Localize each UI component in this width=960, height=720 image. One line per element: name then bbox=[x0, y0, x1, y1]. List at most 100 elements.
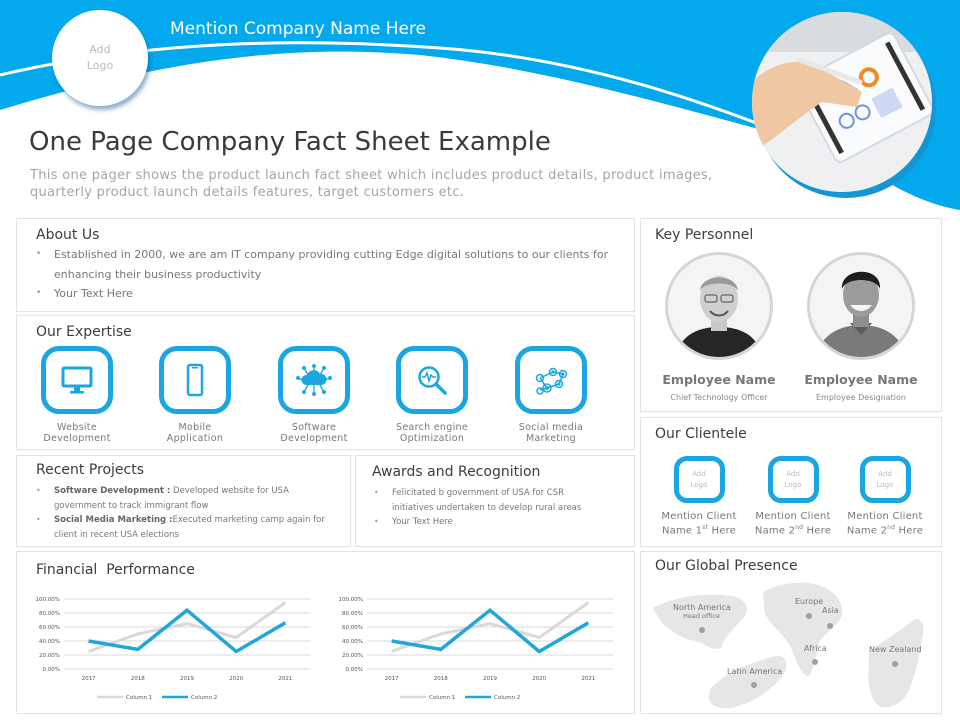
our-expertise-title: Our Expertise bbox=[36, 324, 132, 340]
x-tick-label: 2017 bbox=[385, 676, 399, 682]
awards-list: Felicitated b government of USA for CSR … bbox=[374, 486, 604, 530]
award-item: Your Text Here bbox=[374, 515, 604, 530]
client-item[interactable]: Add Logo Mention Client Name 1st Here bbox=[654, 456, 744, 536]
location-dot-north-america bbox=[699, 627, 705, 633]
legend-label: Column 1 bbox=[126, 695, 152, 701]
x-tick-label: 2019 bbox=[483, 676, 497, 682]
x-tick-label: 2020 bbox=[532, 676, 546, 682]
y-tick-label: 60.00% bbox=[39, 625, 60, 631]
expertise-label-line: Application bbox=[166, 433, 224, 444]
cloud-network-icon bbox=[296, 364, 332, 396]
y-tick-label: 40.00% bbox=[342, 639, 363, 645]
client-name-line: Name 2nd Here bbox=[754, 524, 832, 537]
magnifier-pulse-icon bbox=[418, 366, 447, 395]
location-dot-asia bbox=[827, 623, 833, 629]
x-tick-label: 2021 bbox=[581, 676, 595, 682]
client-logo-line: Add bbox=[786, 469, 800, 478]
y-tick-label: 20.00% bbox=[342, 653, 363, 659]
legend-label: Column 2 bbox=[191, 695, 217, 701]
client-item[interactable]: Add Logo Mention Client Name 2nd Here bbox=[840, 456, 930, 536]
financial-chart-1: 0.00% 20.00% 40.00% 60.00% 80.00% 100.00% 2017… bbox=[36, 597, 310, 701]
y-tick-label: 80.00% bbox=[39, 611, 60, 617]
company-name: Mention Company Name Here bbox=[170, 19, 427, 39]
project-item: Social Media Marketing :Executed marketi… bbox=[36, 513, 336, 542]
expertise-icon-frame bbox=[278, 346, 350, 414]
awards-title: Awards and Recognition bbox=[372, 464, 541, 480]
y-tick-label: 60.00% bbox=[342, 625, 363, 631]
our-expertise-card: Our Expertise Website Development Mobile… bbox=[16, 315, 635, 450]
client-logo-line: Add bbox=[878, 469, 892, 478]
x-tick-label: 2018 bbox=[131, 676, 145, 682]
expertise-label-line: Software bbox=[291, 422, 337, 433]
project-name: Software Development : bbox=[54, 486, 171, 496]
project-name: Social Media Marketing : bbox=[54, 515, 173, 525]
location-label: North America bbox=[673, 603, 731, 612]
project-item: Software Development : Developed website… bbox=[36, 484, 336, 513]
x-tick-label: 2021 bbox=[278, 676, 292, 682]
location-label: New Zealand bbox=[869, 645, 922, 654]
about-us-bullet: Established in 2000, we are am IT compan… bbox=[36, 245, 616, 284]
expertise-search-engine-optimization[interactable]: Search engine Optimization bbox=[377, 346, 487, 444]
tablet-analytics-image bbox=[752, 12, 932, 192]
expertise-label-line: Website bbox=[57, 422, 97, 433]
client-name-line: Mention Client bbox=[661, 511, 737, 522]
employee-role: Chief Technology Officer bbox=[670, 393, 768, 402]
client-logo-line: Logo bbox=[690, 480, 708, 489]
client-item[interactable]: Add Logo Mention Client Name 2nd Here bbox=[748, 456, 838, 536]
expertise-label-line: Development bbox=[280, 433, 348, 444]
page-title: One Page Company Fact Sheet Example bbox=[29, 127, 551, 157]
financial-performance-title: Financial Performance bbox=[36, 562, 195, 578]
employee-name: Employee Name bbox=[804, 372, 918, 387]
personnel-item: Employee Name Employee Designation bbox=[796, 252, 926, 402]
company-logo-placeholder[interactable]: Add Logo bbox=[52, 10, 148, 106]
logo-placeholder-line1: Add bbox=[89, 43, 111, 56]
expertise-label-line: Marketing bbox=[525, 433, 577, 444]
y-tick-label: 40.00% bbox=[39, 639, 60, 645]
client-logo-line: Logo bbox=[784, 480, 802, 489]
employee-role: Employee Designation bbox=[815, 393, 906, 402]
hero-photo bbox=[752, 12, 932, 192]
location-sublabel: Head office bbox=[683, 612, 720, 620]
client-name: Mention Client Name 2nd Here bbox=[840, 511, 930, 536]
smartphone-icon bbox=[186, 363, 204, 397]
recent-projects-list: Software Development : Developed website… bbox=[36, 484, 336, 542]
financial-performance-card: Financial Performance 0.00% 20.00% 40.00% 6… bbox=[16, 551, 635, 714]
y-tick-label: 100.00% bbox=[36, 597, 60, 603]
expertise-label-line: Search engine bbox=[396, 422, 468, 433]
location-label: Latin America bbox=[727, 667, 783, 676]
x-tick-label: 2017 bbox=[82, 676, 96, 682]
expertise-label-line: Social media bbox=[518, 422, 584, 433]
y-tick-label: 0.00% bbox=[43, 667, 60, 673]
monitor-icon bbox=[61, 366, 93, 394]
location-label: Africa bbox=[804, 644, 827, 653]
x-tick-label: 2019 bbox=[180, 676, 194, 682]
subtitle-line: This one pager shows the product launch … bbox=[30, 168, 713, 183]
expertise-social-media-marketing[interactable]: Social media Marketing bbox=[496, 346, 606, 444]
y-tick-label: 0.00% bbox=[346, 667, 363, 673]
series-line-2 bbox=[88, 607, 287, 654]
expertise-website-development[interactable]: Website Development bbox=[22, 346, 132, 444]
legend-label: Column 2 bbox=[494, 695, 520, 701]
expertise-software-development[interactable]: Software Development bbox=[259, 346, 369, 444]
older-man-portrait bbox=[668, 255, 770, 357]
social-network-icon bbox=[535, 367, 568, 395]
y-tick-label: 100.00% bbox=[339, 597, 363, 603]
employee-photo bbox=[807, 252, 915, 360]
about-us-card: About Us Established in 2000, we are am … bbox=[16, 218, 635, 312]
expertise-icon-frame bbox=[41, 346, 113, 414]
logo-placeholder-line2: Logo bbox=[86, 59, 114, 72]
client-logo-placeholder: Add Logo bbox=[673, 456, 725, 503]
awards-card: Awards and Recognition Felicitated b gov… bbox=[355, 455, 635, 547]
financial-chart-2: 0.00% 20.00% 40.00% 60.00% 80.00% 100.00% 2017… bbox=[339, 597, 613, 701]
client-name-line: Mention Client bbox=[755, 511, 831, 522]
y-tick-label: 20.00% bbox=[39, 653, 60, 659]
map-latin-america bbox=[708, 655, 787, 709]
our-clientele-card: Our Clientele Add Logo Mention Client Na… bbox=[640, 417, 942, 547]
expertise-mobile-application[interactable]: Mobile Application bbox=[140, 346, 250, 444]
expertise-label: Search engine Optimization bbox=[377, 422, 487, 444]
recent-projects-title: Recent Projects bbox=[36, 462, 145, 478]
y-tick-label: 80.00% bbox=[342, 611, 363, 617]
personnel-item: Employee Name Chief Technology Officer bbox=[654, 252, 784, 402]
location-label: Asia bbox=[822, 606, 839, 615]
location-dot-europe bbox=[806, 613, 812, 619]
